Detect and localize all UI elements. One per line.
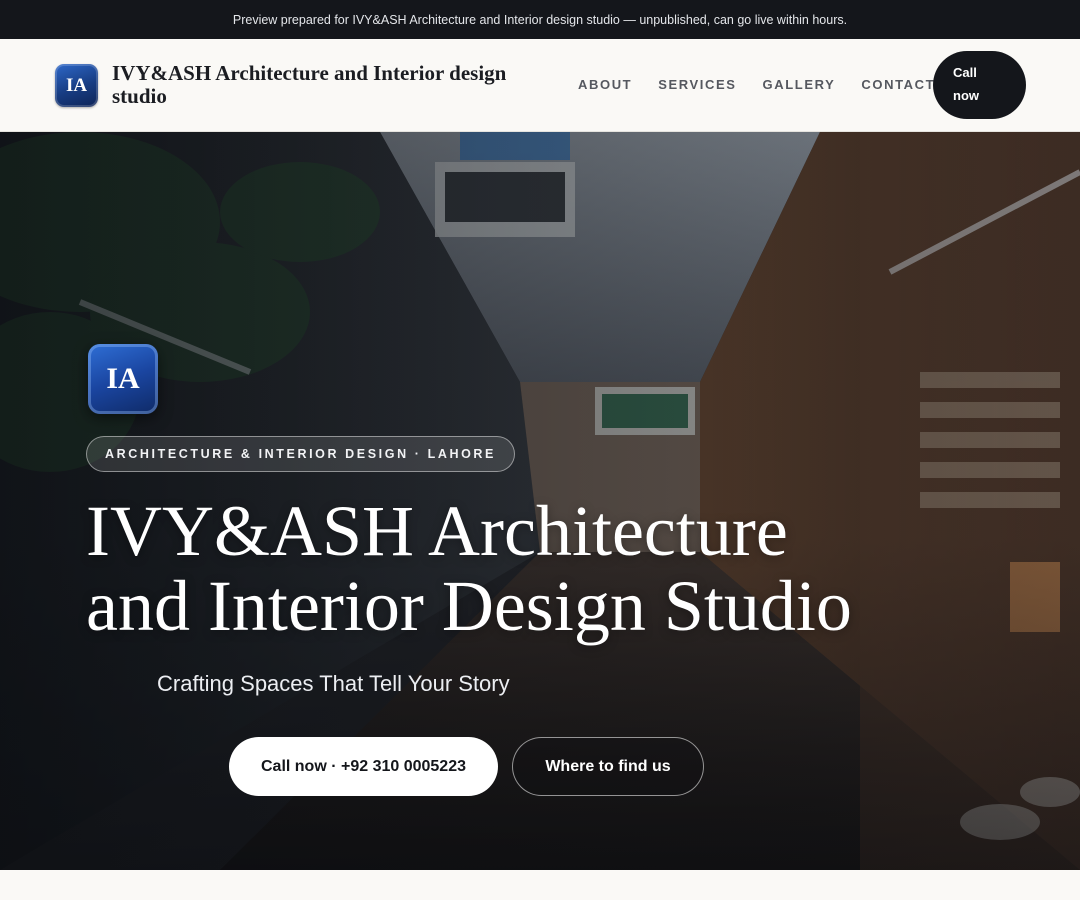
hero-logo-text: IA: [106, 362, 140, 395]
header-call-label: Call now: [953, 65, 979, 103]
header-call-button[interactable]: Call now: [933, 51, 1026, 119]
call-now-button[interactable]: Call now · +92 310 0005223: [229, 737, 498, 796]
find-us-button[interactable]: Where to find us: [512, 737, 704, 796]
nav-about[interactable]: ABOUT: [578, 77, 632, 92]
brand-logo-text: IA: [65, 74, 88, 96]
hero-logo: IA: [88, 344, 158, 414]
site-title[interactable]: IVY&ASH Architecture and Interior design…: [112, 62, 552, 108]
next-section-edge: [0, 870, 1080, 900]
hero-section: IA ARCHITECTURE & INTERIOR DESIGN · LAHO…: [0, 132, 1080, 870]
nav-gallery[interactable]: GALLERY: [763, 77, 836, 92]
site-header: IA IVY&ASH Architecture and Interior des…: [0, 39, 1080, 132]
find-us-label: Where to find us: [545, 757, 671, 775]
call-now-label: Call now · +92 310 0005223: [260, 757, 466, 775]
main-nav: ABOUT SERVICES GALLERY CONTACT: [578, 77, 935, 92]
brand-logo[interactable]: IA: [55, 64, 98, 107]
nav-contact[interactable]: CONTACT: [861, 77, 935, 92]
preview-banner: Preview prepared for IVY&ASH Architectur…: [0, 0, 1080, 39]
nav-services[interactable]: SERVICES: [658, 77, 736, 92]
hero-subtitle: Crafting Spaces That Tell Your Story: [157, 671, 510, 696]
hero-location-badge: ARCHITECTURE & INTERIOR DESIGN · LAHORE: [86, 436, 515, 472]
hero-title: IVY&ASH Architecture and Interior Design…: [86, 491, 852, 646]
preview-banner-text: Preview prepared for IVY&ASH Architectur…: [232, 12, 848, 27]
